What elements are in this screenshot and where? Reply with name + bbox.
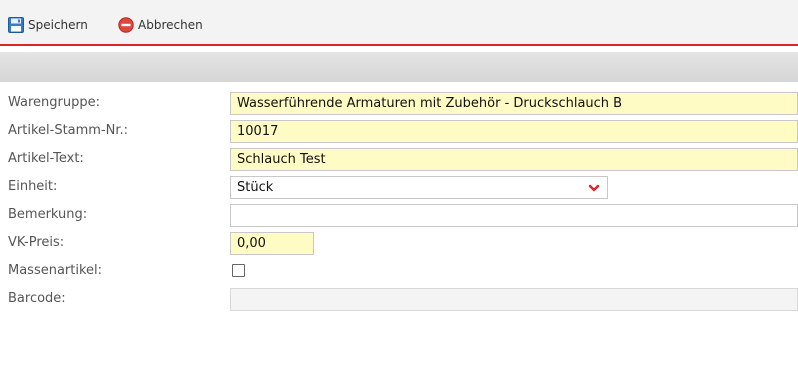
row-bemerkung: Bemerkung: (0, 201, 798, 229)
row-einheit: Einheit: Stück (0, 173, 798, 201)
barcode-label: Barcode: (8, 291, 66, 306)
row-warengruppe: Warengruppe: Wasserführende Armaturen mi… (0, 89, 798, 117)
section-header-bar (0, 52, 798, 82)
artikel-stamm-nr-label: Artikel-Stamm-Nr.: (8, 123, 129, 138)
artikel-text-label: Artikel-Text: (8, 151, 84, 166)
floppy-disk-icon (8, 17, 24, 33)
warengruppe-field[interactable]: Wasserführende Armaturen mit Zubehör - D… (230, 92, 798, 115)
bemerkung-label: Bemerkung: (8, 207, 88, 222)
massenartikel-checkbox[interactable] (232, 264, 245, 277)
save-button[interactable]: Speichern (8, 16, 88, 34)
cancel-circle-icon (118, 17, 134, 33)
row-artikel-text: Artikel-Text: Schlauch Test (0, 145, 798, 173)
einheit-select[interactable]: Stück (230, 176, 608, 199)
artikel-stamm-nr-value: 10017 (237, 124, 279, 139)
bemerkung-field[interactable] (230, 204, 798, 227)
einheit-label: Einheit: (8, 179, 58, 194)
artikel-text-field[interactable]: Schlauch Test (230, 148, 798, 171)
toolbar: Speichern Abbrechen (0, 0, 798, 46)
massenartikel-label: Massenartikel: (8, 263, 103, 278)
vk-preis-value: 0,00 (237, 236, 266, 251)
row-vk-preis: VK-Preis: 0,00 (0, 229, 798, 257)
warengruppe-value: Wasserführende Armaturen mit Zubehör - D… (237, 96, 623, 111)
einheit-value: Stück (237, 180, 274, 195)
save-label: Speichern (28, 18, 88, 32)
artikel-text-value: Schlauch Test (237, 152, 326, 167)
chevron-down-icon[interactable] (587, 181, 601, 195)
cancel-label: Abbrechen (138, 18, 203, 32)
row-massenartikel: Massenartikel: (0, 257, 798, 285)
vk-preis-field[interactable]: 0,00 (230, 232, 314, 255)
barcode-field[interactable] (230, 288, 798, 311)
vk-preis-label: VK-Preis: (8, 235, 65, 250)
artikel-stamm-nr-field[interactable]: 10017 (230, 120, 798, 143)
warengruppe-label: Warengruppe: (8, 95, 101, 110)
cancel-button[interactable]: Abbrechen (118, 16, 203, 34)
row-artikel-stamm-nr: Artikel-Stamm-Nr.: 10017 (0, 117, 798, 145)
row-barcode: Barcode: (0, 285, 798, 313)
